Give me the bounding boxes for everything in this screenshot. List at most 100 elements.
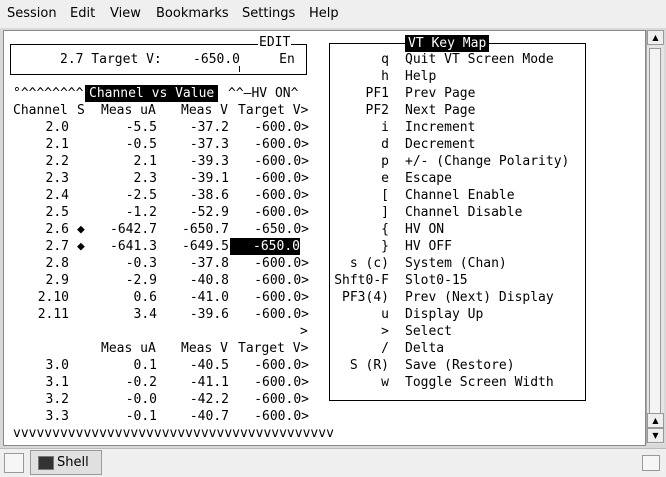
tab-bar: Shell <box>0 448 666 477</box>
col-target-v: Target V> <box>238 103 309 118</box>
keymap-desc: Display Up <box>405 307 484 322</box>
keymap-desc: Slot0-15 <box>405 273 468 288</box>
channel-cell: 2.7 <box>45 239 69 254</box>
keymap-desc: Prev Page <box>405 86 476 101</box>
keymap-key: d <box>381 137 389 152</box>
meas-ua-cell: -5.5 <box>125 120 157 135</box>
keymap-desc: Save (Restore) <box>405 358 515 373</box>
close-tab-icon[interactable] <box>642 455 660 471</box>
channel-cell: 3.1 <box>45 375 69 390</box>
meas-ua-cell: -641.3 <box>110 239 157 254</box>
meas-ua-cell: -0.3 <box>125 256 157 271</box>
keymap-key: p <box>381 154 389 169</box>
table-title: Channel vs Value <box>85 85 219 102</box>
keymap-desc: Help <box>405 69 437 84</box>
target-v-cell: -600.0> <box>254 307 309 322</box>
meas-v-cell: -39.3 <box>189 154 229 169</box>
channel-cell: 2.3 <box>45 171 69 186</box>
target-v-cell: -600.0> <box>254 273 309 288</box>
keymap-desc: HV OFF <box>405 239 452 254</box>
keymap-desc: Quit VT Screen Mode <box>405 52 554 67</box>
keymap-key: ] <box>381 205 389 220</box>
meas-ua-cell: -0.5 <box>125 137 157 152</box>
meas-v-cell: -40.7 <box>189 409 229 424</box>
tab-shell[interactable]: Shell <box>30 450 102 475</box>
menu-view[interactable]: View <box>110 6 141 21</box>
keymap-desc: Select <box>405 324 452 339</box>
col-channel: Channel <box>13 103 68 118</box>
keymap-key: s (c) <box>349 256 389 271</box>
edit-box-title: EDIT <box>258 34 292 51</box>
meas-v-cell: -38.6 <box>189 188 229 203</box>
meas-v-cell: -39.6 <box>189 307 229 322</box>
target-v-cell: -650.0> <box>254 222 309 237</box>
meas-ua-cell: -0.1 <box>125 409 157 424</box>
meas-v-cell: -41.1 <box>189 375 229 390</box>
keymap-key: PF2 <box>365 103 389 118</box>
keymap-desc: Delta <box>405 341 445 356</box>
scroll-thumb[interactable] <box>649 48 661 428</box>
meas-ua-cell: 0.6 <box>133 290 157 305</box>
target-v-cell: -600.0> <box>254 358 309 373</box>
channel-cell: 2.11 <box>37 307 69 322</box>
scroll-down-icon[interactable]: ▼ <box>647 428 664 443</box>
keymap-key: / <box>381 341 389 356</box>
menu-help[interactable]: Help <box>309 6 339 21</box>
keymap-desc: +/- (Change Polarity) <box>405 154 570 169</box>
meas-v-cell: -40.5 <box>189 358 229 373</box>
target-v-cell: -600.0> <box>254 256 309 271</box>
menu-session[interactable]: Session <box>7 6 57 21</box>
meas-ua-cell: 0.1 <box>133 358 157 373</box>
target-v-cell: -600.0> <box>254 392 309 407</box>
col-meas-ua: Meas uA <box>101 103 156 118</box>
keymap-desc: Decrement <box>405 137 476 152</box>
meas-v-cell: -650.7 <box>182 222 229 237</box>
keymap-desc: Toggle Screen Width <box>405 375 554 390</box>
keymap-key: { <box>381 222 389 237</box>
target-v-cell: -600.0> <box>254 188 309 203</box>
meas-ua-cell: 2.3 <box>133 171 157 186</box>
keymap-key: [ <box>381 188 389 203</box>
col-s: S <box>77 103 85 118</box>
status-cell: ◆ <box>77 222 85 237</box>
status-cell: ◆ <box>77 239 85 254</box>
edit-cursor <box>239 66 240 72</box>
channel-cell: 2.4 <box>45 188 69 203</box>
keymap-desc: Next Page <box>405 103 476 118</box>
channel-cell: 2.10 <box>37 290 69 305</box>
scrollbar[interactable]: ▲ ▲ ▼ <box>646 30 664 444</box>
menu-settings[interactable]: Settings <box>242 6 295 21</box>
menu-edit[interactable]: Edit <box>70 6 95 21</box>
keymap-desc: Increment <box>405 120 476 135</box>
meas-ua-cell: 3.4 <box>133 307 157 322</box>
meas-v-cell: -41.0 <box>189 290 229 305</box>
keymap-key: u <box>381 307 389 322</box>
channel-cell: 2.0 <box>45 120 69 135</box>
menu-bookmarks[interactable]: Bookmarks <box>156 6 229 21</box>
meas-v-cell: -40.8 <box>189 273 229 288</box>
keymap-key: PF1 <box>365 86 389 101</box>
keymap-key: h <box>381 69 389 84</box>
keymap-key: e <box>381 171 389 186</box>
scroll-up-small-icon[interactable]: ▲ <box>647 413 664 428</box>
meas-v-cell: -649.5 <box>182 239 229 254</box>
table-header-prefix: °^^^^^^^^ <box>13 86 84 101</box>
meas-v-cell: -37.2 <box>189 120 229 135</box>
col2-target-v: Target V> <box>238 341 309 356</box>
menu-bar: Session Edit View Bookmarks Settings Hel… <box>0 0 666 28</box>
keymap-desc: Channel Disable <box>405 205 523 220</box>
channel-cell: 3.3 <box>45 409 69 424</box>
target-v-cell: -600.0> <box>254 137 309 152</box>
meas-v-cell: -39.1 <box>189 171 229 186</box>
channel-cell: 2.6 <box>45 222 69 237</box>
keymap-key: S (R) <box>349 358 389 373</box>
meas-v-cell: -37.8 <box>189 256 229 271</box>
scroll-up-icon[interactable]: ▲ <box>647 30 664 45</box>
table-footer: vvvvvvvvvvvvvvvvvvvvvvvvvvvvvvvvvvvvvvvv… <box>13 426 334 441</box>
edit-line: 2.7 Target V: -650.0 En <box>60 52 295 67</box>
new-tab-icon[interactable] <box>4 453 24 473</box>
channel-cell: 2.1 <box>45 137 69 152</box>
tab-shell-label: Shell <box>57 455 89 470</box>
meas-ua-cell: -1.2 <box>125 205 157 220</box>
keymap-title: VT Key Map <box>405 35 490 52</box>
